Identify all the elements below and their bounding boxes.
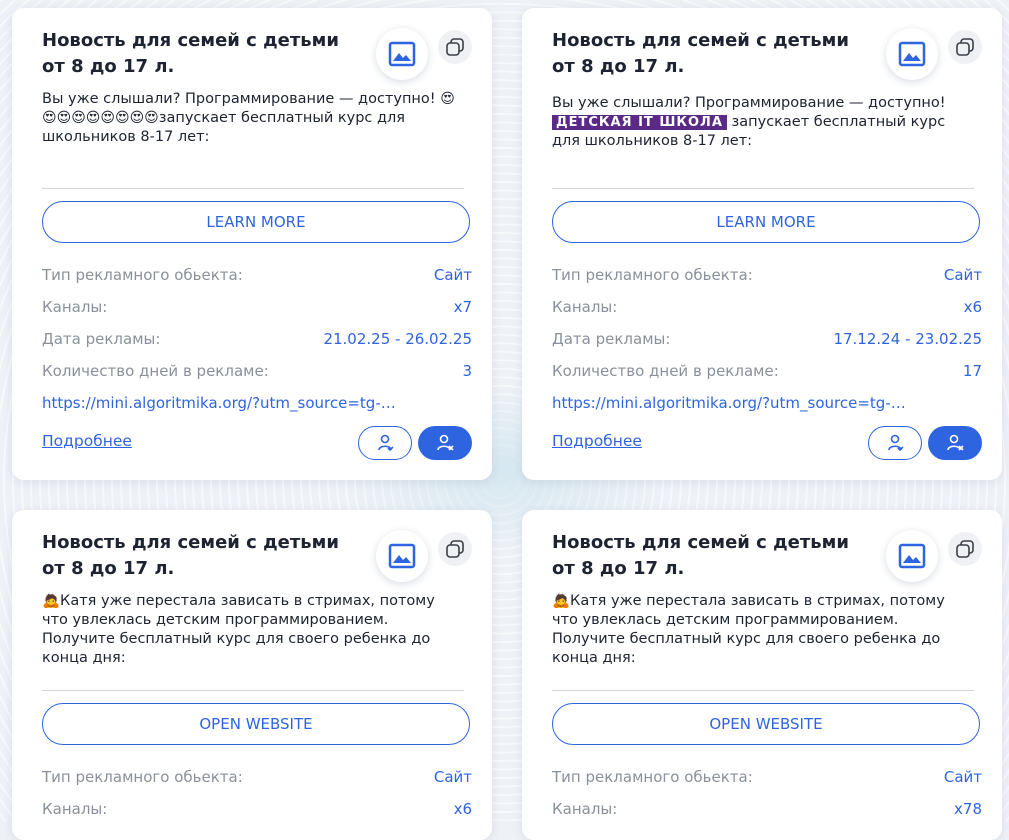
ad-card: Новость для семей с детьми от 8 до 17 л.… <box>522 510 1002 840</box>
card-title: Новость для семей с детьми от 8 до 17 л. <box>552 532 849 579</box>
info-value: 17 <box>962 362 982 380</box>
info-value: x78 <box>954 800 982 818</box>
divider <box>42 690 464 691</box>
info-label: Тип рекламного обьекта: <box>552 768 753 786</box>
info-label: Каналы: <box>552 298 618 316</box>
info-row: Тип рекламного обьекта: Сайт <box>42 768 472 786</box>
image-preview-button[interactable] <box>886 28 938 80</box>
info-row: Каналы: x7 <box>42 298 472 316</box>
info-value: x7 <box>453 298 472 316</box>
info-label: Каналы: <box>42 800 108 818</box>
info-label: Тип рекламного обьекта: <box>552 266 753 284</box>
card-title: Новость для семей с детьми от 8 до 17 л. <box>552 30 849 77</box>
info-row: Каналы: x6 <box>552 298 982 316</box>
info-label: Каналы: <box>42 298 108 316</box>
image-icon <box>388 543 416 569</box>
copy-icon <box>956 540 974 558</box>
image-icon <box>898 41 926 67</box>
cta-button[interactable]: LEARN MORE <box>552 201 980 243</box>
copy-button[interactable] <box>948 532 982 566</box>
copy-icon <box>446 540 464 558</box>
info-value: Сайт <box>943 266 982 284</box>
ad-url-link[interactable]: https://mini.algoritmika.org/?utm_source… <box>42 394 422 412</box>
info-row: Каналы: x78 <box>552 800 982 818</box>
user-refresh-button[interactable] <box>868 426 922 460</box>
ad-text: 🙇Катя уже перестала зависать в стримах, … <box>42 593 435 666</box>
cta-button[interactable]: LEARN MORE <box>42 201 470 243</box>
copy-button[interactable] <box>948 30 982 64</box>
info-value: Сайт <box>433 266 472 284</box>
info-row: Количество дней в рекламе: 3 <box>42 362 472 380</box>
info-label: Тип рекламного обьекта: <box>42 768 243 786</box>
info-label: Количество дней в рекламе: <box>42 362 269 380</box>
brand-label: ДЕТСКАЯ IT ШКОЛА <box>552 115 727 130</box>
info-label: Дата рекламы: <box>42 330 161 348</box>
divider <box>42 188 464 189</box>
user-refresh-icon <box>378 434 394 452</box>
ad-text: Вы уже слышали? Программирование — досту… <box>552 94 972 151</box>
ad-text: 🙇Катя уже перестала зависать в стримах, … <box>552 593 945 666</box>
copy-button[interactable] <box>438 30 472 64</box>
image-preview-button[interactable] <box>886 530 938 582</box>
user-remove-icon <box>437 434 454 451</box>
info-row: Тип рекламного обьекта: Сайт <box>552 266 982 284</box>
info-row: Дата рекламы: 17.12.24 - 23.02.25 <box>552 330 982 348</box>
info-value: 21.02.25 - 26.02.25 <box>323 330 472 348</box>
copy-button[interactable] <box>438 532 472 566</box>
info-row: Тип рекламного обьекта: Сайт <box>42 266 472 284</box>
info-value: Сайт <box>433 768 472 786</box>
info-value: 3 <box>462 362 472 380</box>
ad-card: Новость для семей с детьми от 8 до 17 л.… <box>12 8 492 480</box>
info-row: Количество дней в рекламе: 17 <box>552 362 982 380</box>
info-label: Количество дней в рекламе: <box>552 362 779 380</box>
ad-text-part: Вы уже слышали? Программирование — досту… <box>552 95 946 111</box>
ad-card: Новость для семей с детьми от 8 до 17 л.… <box>12 510 492 840</box>
image-preview-button[interactable] <box>376 28 428 80</box>
ad-text: Вы уже слышали? Программирование — досту… <box>42 90 462 147</box>
cta-button[interactable]: OPEN WEBSITE <box>42 703 470 745</box>
user-refresh-button[interactable] <box>358 426 412 460</box>
info-row: Дата рекламы: 21.02.25 - 26.02.25 <box>42 330 472 348</box>
cta-button[interactable]: OPEN WEBSITE <box>552 703 980 745</box>
divider <box>552 188 974 189</box>
user-remove-button[interactable] <box>928 426 982 460</box>
copy-icon <box>956 38 974 56</box>
info-row: Каналы: x6 <box>42 800 472 818</box>
user-refresh-icon <box>888 434 904 452</box>
details-link[interactable]: Подробнее <box>552 432 642 450</box>
copy-icon <box>446 38 464 56</box>
user-remove-button[interactable] <box>418 426 472 460</box>
card-title: Новость для семей с детьми от 8 до 17 л. <box>42 30 339 77</box>
info-value: x6 <box>963 298 982 316</box>
info-row: Тип рекламного обьекта: Сайт <box>552 768 982 786</box>
info-label: Дата рекламы: <box>552 330 671 348</box>
divider <box>552 690 974 691</box>
info-label: Тип рекламного обьекта: <box>42 266 243 284</box>
image-icon <box>388 41 416 67</box>
info-label: Каналы: <box>552 800 618 818</box>
info-value: 17.12.24 - 23.02.25 <box>833 330 982 348</box>
user-remove-icon <box>947 434 964 451</box>
ad-text-part: Вы уже слышали? Программирование — досту… <box>42 91 441 107</box>
info-value: x6 <box>453 800 472 818</box>
ad-card: Новость для семей с детьми от 8 до 17 л.… <box>522 8 1002 480</box>
card-title: Новость для семей с детьми от 8 до 17 л. <box>42 532 339 579</box>
image-icon <box>898 543 926 569</box>
info-value: Сайт <box>943 768 982 786</box>
details-link[interactable]: Подробнее <box>42 432 132 450</box>
image-preview-button[interactable] <box>376 530 428 582</box>
ad-url-link[interactable]: https://mini.algoritmika.org/?utm_source… <box>552 394 932 412</box>
